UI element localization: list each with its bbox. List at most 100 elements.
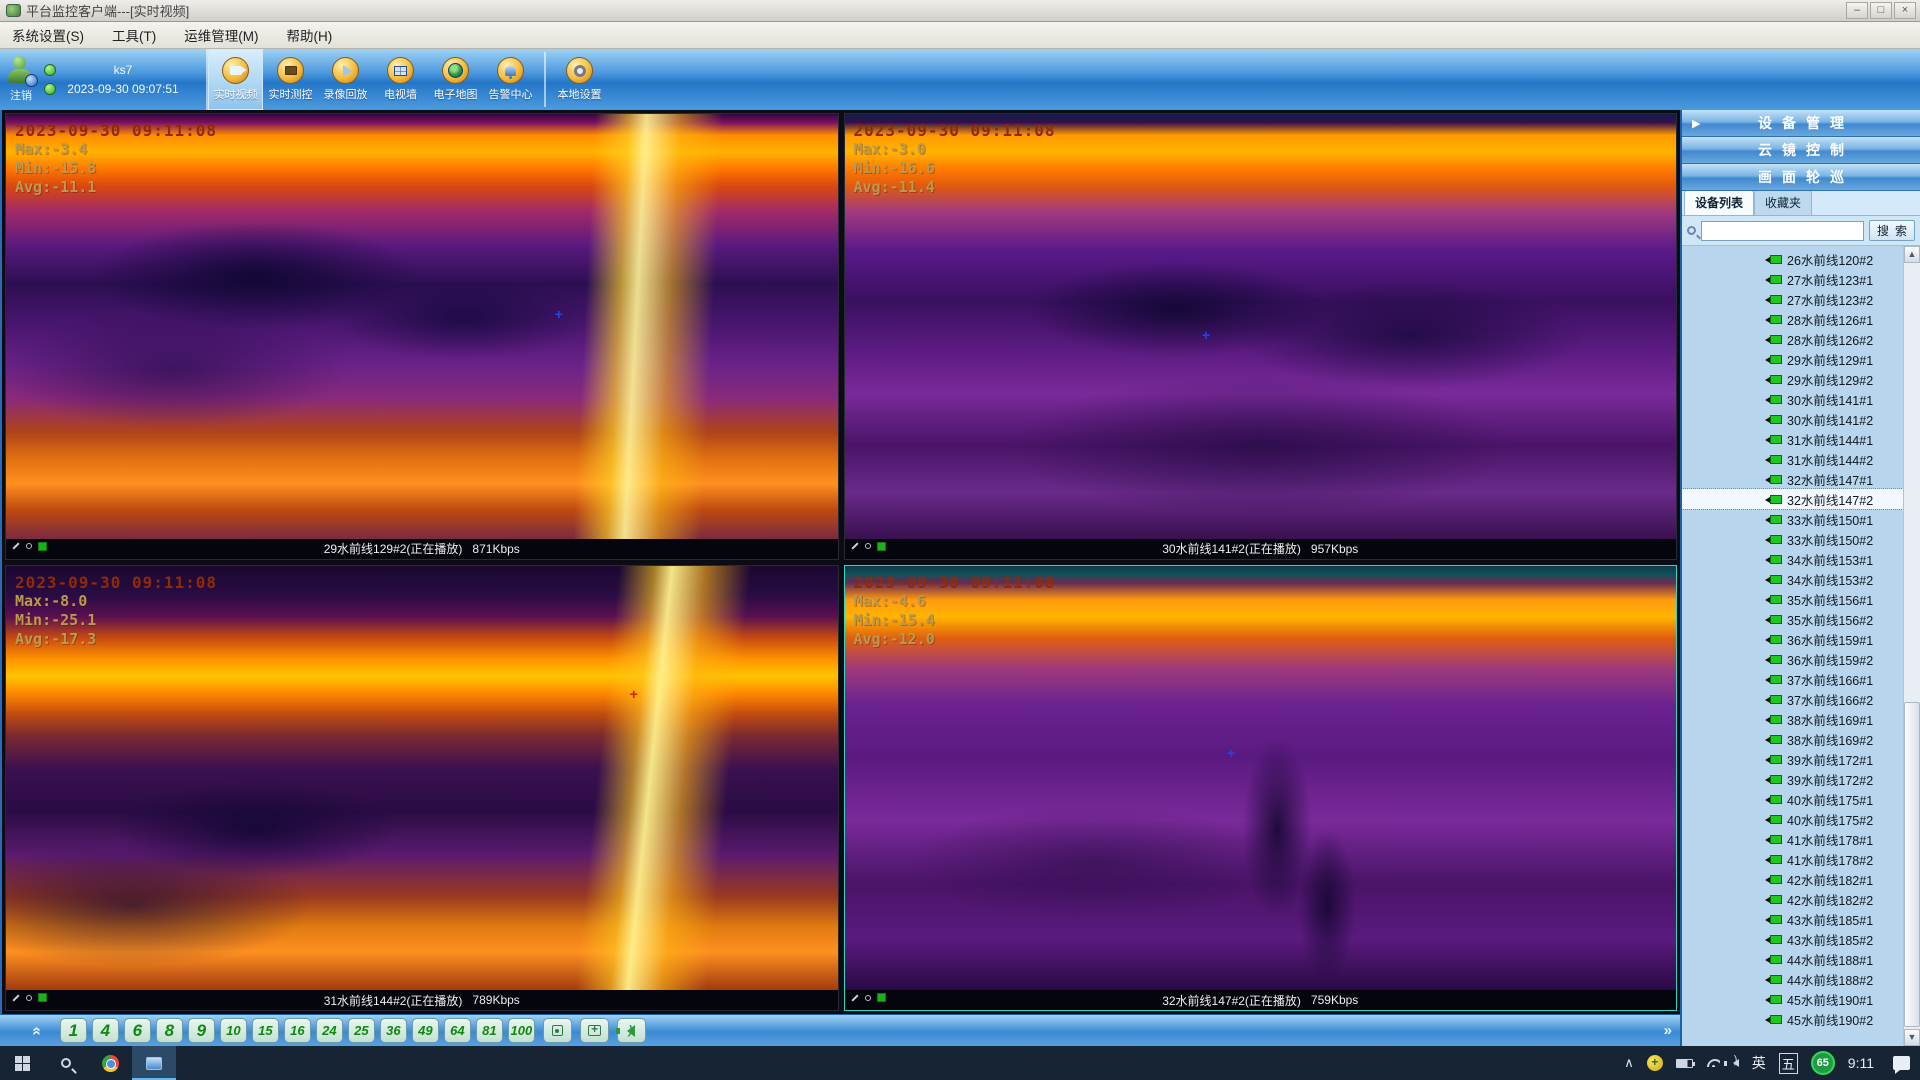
maximize-button[interactable]: □	[1870, 2, 1892, 19]
volume-icon[interactable]	[1733, 1059, 1739, 1067]
camera-icon	[1770, 935, 1782, 944]
edit-icon[interactable]	[851, 542, 858, 549]
collapse-chevron-icon[interactable]: »	[27, 1026, 45, 1035]
video-status-bar: 32水前线147#2(正在播放) 759Kbps	[845, 990, 1677, 1010]
layout-button[interactable]: 100	[508, 1018, 535, 1043]
add-view-button[interactable]	[580, 1018, 609, 1043]
video-bitrate: 957Kbps	[1311, 542, 1358, 556]
video-timestamp: 2023-09-30 09:11:08	[854, 573, 1056, 592]
zoom-icon[interactable]	[26, 995, 32, 1001]
toolbar-alarm-center-button[interactable]: 告警中心	[483, 49, 538, 110]
toolbar-tv-wall-button[interactable]: 电视墙	[373, 49, 428, 110]
layout-button[interactable]: 24	[316, 1018, 343, 1043]
edit-icon[interactable]	[12, 542, 19, 549]
scroll-up-icon[interactable]: ▲	[1904, 246, 1920, 263]
layout-button[interactable]: 49	[412, 1018, 439, 1043]
layout-button[interactable]: 1	[60, 1018, 87, 1043]
panel-view-patrol[interactable]: 画面轮巡	[1682, 164, 1920, 191]
video-bitrate: 789Kbps	[472, 993, 519, 1007]
panel-ptz-control[interactable]: 云镜控制	[1682, 137, 1920, 164]
layout-button[interactable]: 10	[220, 1018, 247, 1043]
video-cell-1: 2023-09-30 09:11:08 Max:-3.4 Min:-15.8 A…	[5, 113, 839, 560]
menu-item[interactable]: 帮助(H)	[287, 25, 333, 45]
ime-indicator[interactable]: 五	[1779, 1053, 1798, 1074]
layout-button[interactable]: 36	[380, 1018, 407, 1043]
menu-item[interactable]: 运维管理(M)	[184, 25, 258, 45]
toolbar-separator	[544, 52, 546, 107]
user-avatar-icon[interactable]	[6, 56, 36, 86]
clock[interactable]: 9:11	[1848, 1055, 1874, 1071]
thermal-video-feed[interactable]: 2023-09-30 09:11:08 Max:-8.0 Min:-25.1 A…	[6, 566, 838, 991]
temp-max: Max:-8.0	[15, 592, 217, 611]
expand-right-icon[interactable]: »	[1664, 1022, 1670, 1039]
input-language[interactable]: 英	[1752, 1053, 1766, 1073]
video-status-bar: 30水前线141#2(正在播放) 957Kbps	[845, 539, 1677, 559]
camera-icon	[1770, 275, 1782, 284]
tray-expand-icon[interactable]: ∧	[1624, 1055, 1634, 1071]
chrome-button[interactable]	[88, 1046, 132, 1080]
record-icon[interactable]	[877, 542, 886, 551]
battery-icon[interactable]	[1676, 1059, 1693, 1068]
scroll-down-icon[interactable]: ▼	[1904, 1029, 1920, 1046]
toolbar-live-video-button[interactable]: 实时视频	[208, 49, 263, 110]
menu-item[interactable]: 系统设置(S)	[12, 25, 84, 45]
tab-device-list[interactable]: 设备列表	[1684, 190, 1754, 215]
record-icon[interactable]	[38, 542, 47, 551]
minimize-button[interactable]: –	[1846, 2, 1868, 19]
layout-button[interactable]: 9	[188, 1018, 215, 1043]
edit-icon[interactable]	[851, 994, 858, 1001]
battery-percent-badge[interactable]: 65	[1811, 1051, 1835, 1075]
menu-item[interactable]: 工具(T)	[112, 25, 156, 45]
layout-button[interactable]: 8	[156, 1018, 183, 1043]
camera-icon	[1770, 435, 1782, 444]
scrollbar-thumb[interactable]	[1904, 702, 1920, 1027]
layout-button[interactable]: 16	[284, 1018, 311, 1043]
audio-button[interactable]	[617, 1018, 646, 1043]
os-taskbar: ∧ + 英 五 65 9:11	[0, 1046, 1920, 1080]
thermal-video-feed[interactable]: 2023-09-30 09:11:08 Max:-3.4 Min:-15.8 A…	[6, 114, 838, 539]
layout-button[interactable]: 6	[124, 1018, 151, 1043]
toolbar-local-settings-button[interactable]: 本地设置	[552, 49, 607, 110]
tv-wall-icon	[387, 57, 414, 84]
zoom-icon[interactable]	[26, 543, 32, 549]
camera-icon	[1770, 955, 1782, 964]
temp-avg: Avg:-17.3	[15, 630, 217, 649]
device-list: 26水前线120#2 27水前线123#1 27水前线123#2 28水前线12…	[1682, 246, 1920, 1046]
alarm-bell-icon	[497, 57, 524, 84]
layout-button[interactable]: 25	[348, 1018, 375, 1043]
video-timestamp: 2023-09-30 09:11:08	[854, 121, 1056, 140]
thermal-video-feed[interactable]: 2023-09-30 09:11:08 Max:-4.6 Min:-15.4 A…	[845, 566, 1677, 991]
zoom-icon[interactable]	[865, 995, 871, 1001]
layout-button[interactable]: 81	[476, 1018, 503, 1043]
temp-max: Max:-3.0	[854, 140, 1056, 159]
fullscreen-button[interactable]	[543, 1018, 572, 1043]
search-button[interactable]: 搜索	[1869, 220, 1915, 241]
zoom-icon[interactable]	[865, 543, 871, 549]
thermal-video-feed[interactable]: 2023-09-30 09:11:08 Max:-3.0 Min:-16.6 A…	[845, 114, 1677, 539]
panel-device-management[interactable]: ▶ 设备管理	[1682, 110, 1920, 137]
layout-button[interactable]: 4	[92, 1018, 119, 1043]
search-input[interactable]	[1701, 221, 1864, 241]
edit-icon[interactable]	[12, 994, 19, 1001]
record-icon[interactable]	[877, 993, 886, 1002]
close-button[interactable]: ×	[1894, 2, 1916, 19]
monitor-app-button[interactable]	[132, 1046, 176, 1080]
toolbar-live-telemetry-button[interactable]: 实时测控	[263, 49, 318, 110]
tab-favorites[interactable]: 收藏夹	[1754, 190, 1812, 215]
start-button[interactable]	[0, 1046, 44, 1080]
layout-button[interactable]: 15	[252, 1018, 279, 1043]
record-icon[interactable]	[38, 993, 47, 1002]
tray-app-icon[interactable]: +	[1647, 1055, 1663, 1071]
map-globe-icon	[442, 57, 469, 84]
taskbar-search-button[interactable]	[44, 1046, 88, 1080]
playback-icon	[332, 57, 359, 84]
video-status-bar: 29水前线129#2(正在播放) 871Kbps	[6, 539, 838, 559]
notification-center-icon[interactable]	[1893, 1056, 1910, 1070]
layout-button[interactable]: 64	[444, 1018, 471, 1043]
wifi-icon[interactable]	[1706, 1059, 1720, 1067]
toolbar-playback-button[interactable]: 录像回放	[318, 49, 373, 110]
toolbar-map-button[interactable]: 电子地图	[428, 49, 483, 110]
camera-icon	[1770, 375, 1782, 384]
logout-label[interactable]: 注销	[10, 87, 32, 103]
crosshair-marker: +	[630, 689, 638, 699]
